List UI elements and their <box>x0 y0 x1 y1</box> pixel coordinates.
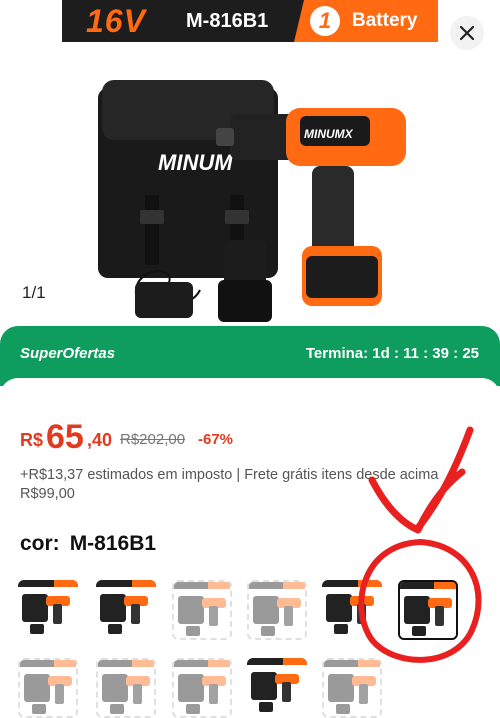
offer-countdown: Termina: 1d : 11 : 39 : 25 <box>305 345 479 362</box>
price-decimal: ,40 <box>87 430 113 450</box>
price-integer: 65 <box>46 418 84 456</box>
voltage-label: 16V <box>86 3 146 39</box>
close-button[interactable] <box>450 16 484 50</box>
color-option-10[interactable] <box>247 658 307 718</box>
charger <box>135 282 193 318</box>
battery-label: Battery <box>352 10 418 31</box>
color-option-2[interactable] <box>96 580 156 640</box>
price-currency: R$ <box>20 430 44 450</box>
color-selector-title: cor: M-816B1 <box>20 532 156 556</box>
color-option-1[interactable] <box>18 580 78 640</box>
svg-text:MINUMX: MINUMX <box>304 127 354 141</box>
product-image-area[interactable]: 16V M-816B1 1 Battery MINUM MINUMX 1/1 <box>0 0 500 340</box>
battery-count: 1 <box>310 6 340 36</box>
color-option-3[interactable] <box>172 580 232 640</box>
color-option-5[interactable] <box>322 580 382 640</box>
color-option-9[interactable] <box>172 658 232 718</box>
product-banner: 16V M-816B1 1 Battery <box>62 0 438 42</box>
color-option-8[interactable] <box>96 658 156 718</box>
close-icon <box>459 25 475 41</box>
super-offer-label: SuperOfertas <box>20 345 116 362</box>
color-option-6-selected[interactable] <box>398 580 458 640</box>
super-offer-strip: SuperOfertas Termina: 1d : 11 : 39 : 25 <box>0 326 500 386</box>
product-details-sheet: R$ 65 ,40 R$202,00 -67% +R$13,37 estimad… <box>0 378 500 718</box>
tax-shipping-note: +R$13,37 estimados em imposto | Frete gr… <box>20 467 439 502</box>
product-photo: MINUM MINUMX <box>98 80 406 322</box>
color-label: cor: <box>20 532 60 555</box>
color-option-4[interactable] <box>247 580 307 640</box>
battery-badge: 1 Battery <box>294 0 438 42</box>
model-label: M-816B1 <box>186 10 269 32</box>
color-option-11[interactable] <box>322 658 382 718</box>
color-value: M-816B1 <box>69 532 157 555</box>
svg-text:MINUM: MINUM <box>158 150 233 175</box>
discount-badge: -67% <box>198 431 234 448</box>
color-option-7[interactable] <box>18 658 78 718</box>
original-price: R$202,00 <box>120 431 186 448</box>
image-counter: 1/1 <box>22 283 46 302</box>
